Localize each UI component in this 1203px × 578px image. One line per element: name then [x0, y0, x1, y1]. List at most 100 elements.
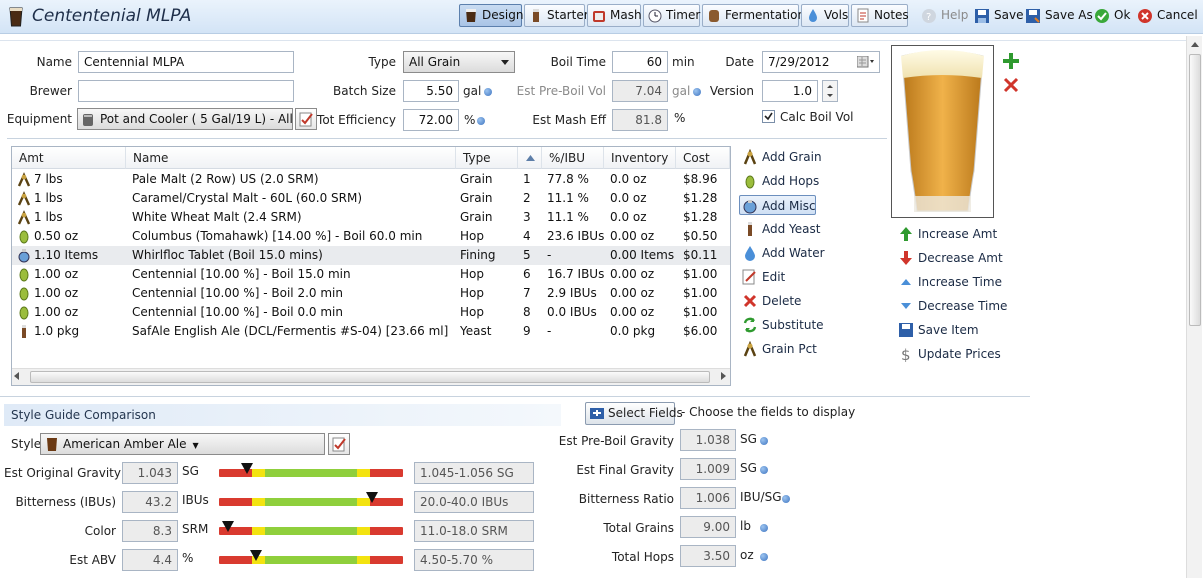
col-amt[interactable]: Amt: [12, 147, 126, 169]
equipment-select[interactable]: Pot and Cooler ( 5 Gal/19 L) - All Grai: [77, 108, 293, 130]
efficiency-label: Tot Efficiency: [317, 113, 396, 127]
decrease-amt-button[interactable]: Decrease Amt: [896, 248, 1003, 268]
info-dot-icon[interactable]: [484, 88, 492, 96]
grain-icon: [17, 191, 31, 206]
beer-glass-icon: [47, 438, 57, 451]
col-cost[interactable]: Cost: [676, 147, 730, 169]
efficiency-unit: %: [464, 113, 476, 127]
edit-button[interactable]: Edit: [740, 267, 785, 287]
style-edit-button[interactable]: [328, 433, 350, 455]
cell-index: 4: [523, 229, 531, 243]
add-icon[interactable]: [1002, 52, 1020, 70]
efficiency-input[interactable]: 72.00: [403, 109, 459, 131]
scroll-thumb[interactable]: [1189, 54, 1201, 326]
scroll-right-icon[interactable]: [721, 372, 726, 380]
increase-time-button[interactable]: Increase Time: [896, 272, 1002, 292]
increase-amt-button[interactable]: Increase Amt: [896, 224, 997, 244]
scroll-thumb[interactable]: [30, 371, 710, 383]
horizontal-scrollbar[interactable]: [12, 368, 730, 385]
batch-size-input[interactable]: 5.50: [403, 80, 459, 102]
floppy-disk-icon: [899, 323, 913, 337]
add-yeast-button[interactable]: Add Yeast: [740, 219, 820, 239]
save-as-button[interactable]: Save As: [1025, 6, 1093, 26]
fermentation-tab[interactable]: Fermentation: [702, 4, 805, 27]
name-input[interactable]: Centennial MLPA: [78, 51, 294, 73]
cell-index: 3: [523, 210, 531, 224]
col-sort[interactable]: [518, 147, 542, 169]
add-misc-button[interactable]: Add Misc: [739, 195, 816, 215]
type-label: Type: [368, 55, 396, 69]
table-row[interactable]: 0.50 oz Columbus (Tomahawk) [14.00 %] - B…: [12, 227, 730, 246]
info-dot-icon[interactable]: [477, 117, 485, 125]
check-icon: [764, 112, 773, 121]
substitute-button[interactable]: Substitute: [740, 315, 824, 335]
timer-tab[interactable]: Timer: [643, 4, 700, 27]
add-hops-button[interactable]: Add Hops: [740, 171, 819, 191]
add-water-button[interactable]: Add Water: [740, 243, 825, 263]
info-dot-icon[interactable]: [760, 437, 768, 445]
table-row[interactable]: 1 lbs Caramel/Crystal Malt - 60L (60.0 SR…: [12, 189, 730, 208]
vertical-scrollbar[interactable]: [1186, 36, 1202, 578]
remove-icon[interactable]: [1003, 77, 1019, 93]
flask-icon: [533, 9, 539, 22]
timer-tab-label: Timer: [666, 8, 701, 22]
table-row[interactable]: 1.0 pkg SafAle English Ale (DCL/Fermentis…: [12, 322, 730, 341]
design-tab[interactable]: Design: [459, 4, 523, 27]
delete-icon: [743, 294, 757, 308]
info-dot-icon[interactable]: [760, 524, 768, 532]
cell-pct-ibu: 23.6 IBUs: [547, 229, 604, 243]
calc-boil-checkbox[interactable]: [762, 110, 775, 123]
ok-button[interactable]: Ok: [1094, 6, 1130, 26]
brewer-input[interactable]: [78, 80, 294, 102]
cell-name: SafAle English Ale (DCL/Fermentis #S-04)…: [132, 324, 449, 338]
starter-tab[interactable]: Starter: [524, 4, 589, 27]
save-item-button[interactable]: Save Item: [896, 320, 979, 340]
hop-icon: [19, 268, 29, 282]
boil-time-input[interactable]: 60: [612, 51, 668, 73]
version-stepper[interactable]: [822, 80, 838, 102]
style-row-range: 1.045-1.056 SG: [414, 462, 534, 484]
type-select[interactable]: All Grain: [403, 51, 515, 73]
save-as-icon: [1026, 9, 1040, 23]
cancel-button[interactable]: Cancel: [1137, 6, 1198, 26]
substitute-icon: [743, 317, 757, 333]
info-dot-icon[interactable]: [760, 466, 768, 474]
decrease-time-button[interactable]: Decrease Time: [896, 296, 1007, 316]
ingredient-grid[interactable]: Amt Name Type %/IBU Inventory Cost 7 lbs…: [11, 146, 731, 386]
info-dot-icon[interactable]: [782, 495, 790, 503]
calendar-icon[interactable]: [857, 56, 875, 68]
mash-tab[interactable]: Mash: [587, 4, 642, 27]
delete-button[interactable]: Delete: [740, 291, 801, 311]
version-input[interactable]: 1.0: [762, 80, 818, 102]
cell-amt: 7 lbs: [34, 172, 63, 186]
grain-pct-button[interactable]: Grain Pct: [740, 339, 817, 359]
cell-inventory: 0.00 oz: [610, 229, 655, 243]
col-pct-ibu[interactable]: %/IBU: [542, 147, 604, 169]
scroll-left-icon[interactable]: [14, 372, 19, 380]
col-inventory[interactable]: Inventory: [604, 147, 676, 169]
style-select[interactable]: American Amber Ale ▼: [40, 433, 325, 455]
save-button[interactable]: Save: [974, 6, 1023, 26]
table-row[interactable]: 1 lbs White Wheat Malt (2.4 SRM) Grain 3 11.…: [12, 208, 730, 227]
info-dot-icon[interactable]: [760, 553, 768, 561]
notes-tab[interactable]: Notes: [851, 4, 909, 27]
select-fields-button[interactable]: Select Fields: [585, 402, 683, 425]
table-row[interactable]: 1.00 oz Centennial [10.00 %] - Boil 0.0 m…: [12, 303, 730, 322]
style-row-label: Est Original Gravity: [4, 466, 121, 480]
scroll-up-icon[interactable]: [1191, 42, 1199, 47]
update-prices-button[interactable]: $ Update Prices: [896, 344, 1001, 364]
col-type[interactable]: Type: [456, 147, 518, 169]
vols-tab[interactable]: Vols: [801, 4, 849, 27]
field-unit: SG: [740, 461, 757, 475]
date-picker[interactable]: 7/29/2012: [762, 51, 880, 73]
batch-size-unit: gal: [463, 84, 482, 98]
add-grain-button[interactable]: Add Grain: [740, 147, 822, 167]
table-row[interactable]: 1.00 oz Centennial [10.00 %] - Boil 15.0 …: [12, 265, 730, 284]
table-row[interactable]: 1.10 Items Whirlfloc Tablet (Boil 15.0 mi…: [12, 246, 730, 265]
col-name[interactable]: Name: [126, 147, 456, 169]
table-row[interactable]: 1.00 oz Centennial [10.00 %] - Boil 2.0 m…: [12, 284, 730, 303]
help-button[interactable]: ? Help: [921, 6, 968, 26]
table-row[interactable]: 7 lbs Pale Malt (2 Row) US (2.0 SRM) Grain…: [12, 170, 730, 189]
cell-pct-ibu: -: [547, 248, 552, 262]
cell-cost: $1.28: [683, 210, 718, 224]
